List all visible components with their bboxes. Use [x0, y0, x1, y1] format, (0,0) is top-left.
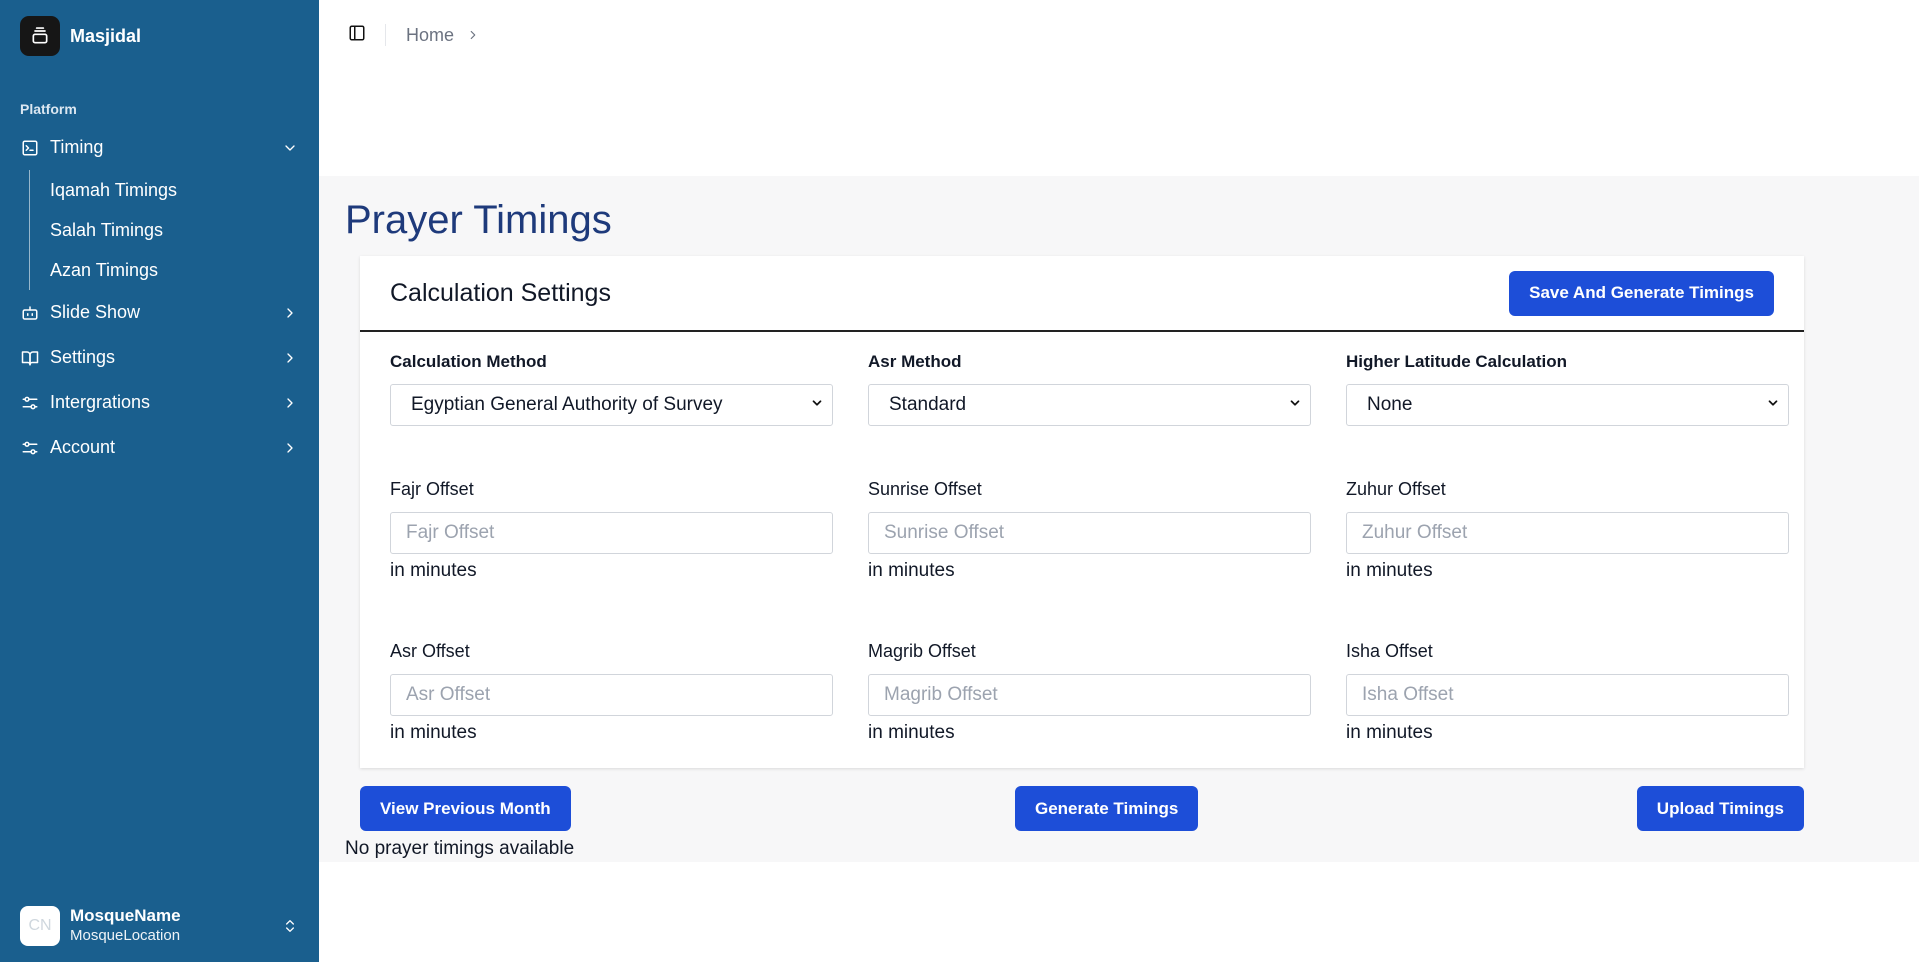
empty-state-message: No prayer timings available: [345, 838, 575, 859]
asr-method-value: Standard: [889, 394, 967, 415]
asr-offset-input[interactable]: Asr Offset: [390, 674, 833, 716]
chevron-right-icon: [281, 439, 299, 457]
sidebar-item-intergrations[interactable]: Intergrations: [10, 380, 309, 425]
sidebar-item-label: Settings: [50, 347, 116, 367]
sidebar-subitem-iqamah-timings[interactable]: Iqamah Timings: [50, 170, 309, 210]
calculation-method-select[interactable]: Egyptian General Authority of Survey: [390, 384, 833, 426]
upload-timings-button[interactable]: Upload Timings: [1636, 786, 1804, 831]
magrib-offset-field: Magrib Offset Magrib Offset in minutes: [868, 641, 1311, 744]
page-title: Prayer Timings: [345, 198, 612, 242]
calculation-method-label: Calculation Method: [390, 352, 547, 371]
chevron-right-icon: [281, 304, 299, 322]
terminal-square-icon: [20, 138, 40, 158]
sunrise-offset-input[interactable]: Sunrise Offset: [868, 512, 1311, 554]
asr-method-label: Asr Method: [868, 352, 962, 371]
calculation-method-field: Calculation Method Egyptian General Auth…: [390, 352, 833, 426]
timing-subnav: Iqamah Timings Salah Timings Azan Timing…: [29, 170, 309, 290]
topbar-divider: [385, 24, 386, 46]
main-area: Home Prayer Timings Calculation Settings…: [319, 0, 1919, 962]
isha-offset-input[interactable]: Isha Offset: [1346, 674, 1789, 716]
sunrise-offset-field: Sunrise Offset Sunrise Offset in minutes: [868, 479, 1311, 582]
chevron-right-icon: [281, 394, 299, 412]
chevron-down-icon: [1766, 394, 1780, 416]
fajr-offset-input[interactable]: Fajr Offset: [390, 512, 833, 554]
higher-latitude-field: Higher Latitude Calculation None: [1346, 352, 1789, 426]
card-title: Calculation Settings: [390, 278, 611, 307]
chevron-right-icon: [466, 28, 480, 42]
topbar: Home: [319, 0, 1919, 70]
fajr-offset-hint: in minutes: [390, 560, 477, 581]
zuhur-offset-input[interactable]: Zuhur Offset: [1346, 512, 1789, 554]
fajr-offset-field: Fajr Offset Fajr Offset in minutes: [390, 479, 833, 582]
bot-icon: [20, 303, 40, 323]
sidebar-item-label: Account: [50, 437, 116, 457]
user-name: MosqueName: [70, 905, 181, 925]
sidebar-item-settings[interactable]: Settings: [10, 335, 309, 380]
asr-method-select[interactable]: Standard: [868, 384, 1311, 426]
settings-sliders-icon: [20, 393, 40, 413]
user-location: MosqueLocation: [70, 926, 181, 944]
chevron-down-icon: [281, 139, 299, 157]
sidebar-item-label: Timing: [50, 137, 104, 157]
asr-offset-field: Asr Offset Asr Offset in minutes: [390, 641, 833, 744]
user-menu[interactable]: CN MosqueName MosqueLocation: [0, 889, 319, 962]
user-info: MosqueName MosqueLocation: [70, 906, 281, 946]
isha-offset-field: Isha Offset Isha Offset in minutes: [1346, 641, 1789, 744]
fajr-offset-label: Fajr Offset: [390, 479, 474, 499]
chevrons-up-down-icon: [281, 914, 299, 938]
sidebar-item-timing[interactable]: Timing: [10, 125, 309, 170]
sidebar-item-label: Intergrations: [50, 392, 151, 412]
breadcrumb-home[interactable]: Home: [406, 25, 454, 46]
chevron-down-icon: [1288, 394, 1302, 416]
magrib-offset-hint: in minutes: [868, 722, 955, 743]
avatar: CN: [20, 905, 60, 946]
zuhur-offset-label: Zuhur Offset: [1346, 479, 1446, 499]
sunrise-offset-hint: in minutes: [868, 560, 955, 581]
isha-offset-hint: in minutes: [1346, 722, 1433, 743]
asr-offset-hint: in minutes: [390, 722, 477, 743]
sunrise-offset-label: Sunrise Offset: [868, 479, 982, 499]
higher-latitude-label: Higher Latitude Calculation: [1346, 352, 1568, 371]
save-and-generate-button[interactable]: Save And Generate Timings: [1509, 270, 1774, 316]
brand[interactable]: Masjidal: [0, 1, 319, 71]
zuhur-offset-hint: in minutes: [1346, 560, 1433, 581]
isha-offset-label: Isha Offset: [1346, 641, 1433, 661]
content-panel: Prayer Timings Calculation Settings Save…: [319, 176, 1919, 862]
calculation-method-value: Egyptian General Authority of Survey: [411, 394, 723, 415]
sidebar-item-slide-show[interactable]: Slide Show: [10, 290, 309, 335]
higher-latitude-select[interactable]: None: [1346, 384, 1789, 426]
sidebar-item-account[interactable]: Account: [10, 425, 309, 470]
zuhur-offset-field: Zuhur Offset Zuhur Offset in minutes: [1346, 479, 1789, 582]
settings-sliders-icon: [20, 438, 40, 458]
stack-icon: [20, 16, 60, 56]
chevron-down-icon: [810, 394, 824, 416]
sidebar-subitem-azan-timings[interactable]: Azan Timings: [50, 250, 309, 290]
higher-latitude-value: None: [1367, 394, 1413, 415]
card-header: Calculation Settings Save And Generate T…: [360, 256, 1804, 332]
nav-group-label: Platform: [20, 101, 77, 117]
brand-name: Masjidal: [70, 25, 142, 46]
sidebar-toggle-button[interactable]: [343, 21, 371, 49]
asr-method-field: Asr Method Standard: [868, 352, 1311, 426]
generate-timings-button[interactable]: Generate Timings: [1015, 786, 1199, 831]
actions-row: View Previous Month Generate Timings Upl…: [360, 786, 1804, 831]
book-open-icon: [20, 348, 40, 368]
sidebar: Masjidal Platform Timing Iqamah Timings …: [0, 0, 319, 962]
view-previous-month-button[interactable]: View Previous Month: [360, 786, 571, 831]
sidebar-item-label: Slide Show: [50, 302, 141, 322]
asr-offset-label: Asr Offset: [390, 641, 470, 661]
sidebar-nav: Timing Iqamah Timings Salah Timings Azan…: [0, 125, 319, 470]
calculation-settings-card: Calculation Settings Save And Generate T…: [360, 256, 1804, 768]
magrib-offset-input[interactable]: Magrib Offset: [868, 674, 1311, 716]
chevron-right-icon: [281, 349, 299, 367]
magrib-offset-label: Magrib Offset: [868, 641, 976, 661]
sidebar-subitem-salah-timings[interactable]: Salah Timings: [50, 210, 309, 250]
panel-left-icon: [348, 24, 366, 47]
